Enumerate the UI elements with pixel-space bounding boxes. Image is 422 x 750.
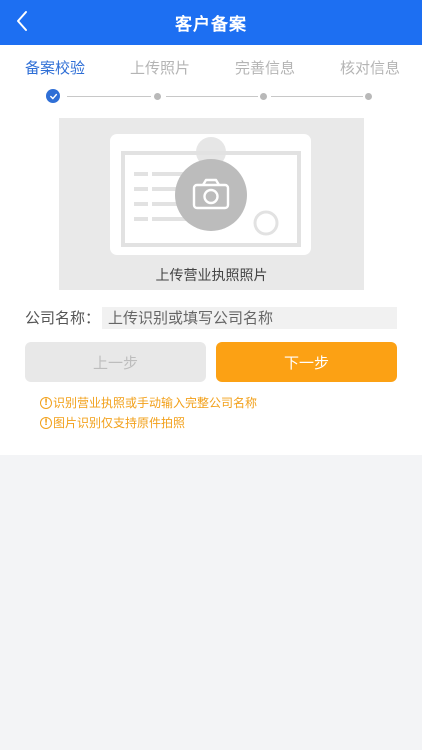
license-upload-area[interactable]: 上传营业执照照片 bbox=[59, 118, 364, 290]
company-name-input[interactable] bbox=[102, 307, 397, 329]
step-dot-active bbox=[46, 89, 60, 103]
page-title: 客户备案 bbox=[175, 15, 247, 35]
step-label-verify: 备案校验 bbox=[25, 59, 86, 77]
step-dot bbox=[260, 93, 267, 100]
step-connector bbox=[166, 96, 258, 97]
step-label-complete: 完善信息 bbox=[235, 59, 296, 77]
back-button[interactable] bbox=[10, 9, 34, 33]
step-dot bbox=[365, 93, 372, 100]
next-step-button[interactable]: 下一步 bbox=[216, 342, 397, 382]
exclamation-icon: ! bbox=[40, 397, 52, 409]
tip-text: 识别营业执照或手动输入完整公司名称 bbox=[53, 396, 258, 410]
tip-item: ! 图片识别仅支持原件拍照 bbox=[40, 413, 257, 433]
step-indicator: 备案校验 上传照片 完善信息 核对信息 bbox=[0, 53, 422, 103]
chevron-left-icon bbox=[17, 11, 27, 31]
company-name-row: 公司名称： bbox=[25, 307, 397, 329]
exclamation-icon: ! bbox=[40, 417, 52, 429]
step-label-upload: 上传照片 bbox=[130, 59, 191, 77]
step-dot bbox=[154, 93, 161, 100]
camera-icon bbox=[175, 159, 247, 231]
tip-item: ! 识别营业执照或手动输入完整公司名称 bbox=[40, 393, 257, 413]
company-name-label: 公司名称： bbox=[25, 309, 101, 327]
tips-list: ! 识别营业执照或手动输入完整公司名称 ! 图片识别仅支持原件拍照 bbox=[40, 393, 257, 433]
step-connector bbox=[67, 96, 151, 97]
main-content: 备案校验 上传照片 完善信息 核对信息 上传营业执照照片 公司名称： 上传识别或… bbox=[0, 45, 422, 455]
step-connector bbox=[271, 96, 363, 97]
upload-label: 上传营业执照照片 bbox=[155, 268, 268, 284]
tip-text: 图片识别仅支持原件拍照 bbox=[53, 416, 186, 430]
prev-step-button[interactable]: 上一步 bbox=[25, 342, 206, 382]
header-bar: 客户备案 bbox=[0, 0, 422, 45]
check-icon bbox=[49, 93, 57, 99]
step-label-check: 核对信息 bbox=[340, 59, 401, 77]
